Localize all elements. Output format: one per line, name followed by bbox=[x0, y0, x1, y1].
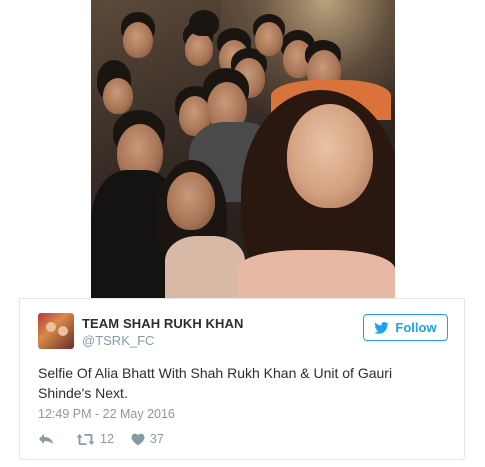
twitter-bird-icon bbox=[374, 321, 390, 334]
tweet-text: Selfie Of Alia Bhatt With Shah Rukh Khan… bbox=[38, 363, 438, 403]
like-button[interactable]: 37 bbox=[131, 432, 164, 446]
photo-person bbox=[255, 22, 283, 56]
user-handle[interactable]: @TSRK_FC bbox=[82, 333, 154, 348]
retweet-button[interactable]: 12 bbox=[76, 432, 114, 446]
retweet-icon bbox=[76, 433, 95, 446]
tweet-actions: 12 37 bbox=[38, 430, 164, 448]
tweet-timestamp[interactable]: 12:49 PM - 22 May 2016 bbox=[38, 407, 175, 421]
tweet-card: TEAM SHAH RUKH KHAN @TSRK_FC Follow Self… bbox=[19, 298, 465, 460]
reply-icon bbox=[38, 433, 54, 445]
avatar[interactable] bbox=[38, 313, 74, 349]
photo-shirt bbox=[165, 236, 245, 298]
reply-button[interactable] bbox=[38, 433, 54, 445]
photo-person bbox=[167, 172, 215, 230]
photo-person bbox=[123, 22, 153, 58]
tweet-text-line: Shinde's Next. bbox=[38, 385, 128, 401]
photo-shirt bbox=[237, 250, 395, 298]
photo-person bbox=[185, 32, 213, 66]
embedded-tweet: TEAM SHAH RUKH KHAN @TSRK_FC Follow Self… bbox=[0, 0, 485, 467]
tweet-photo[interactable] bbox=[91, 0, 395, 298]
tweet-text-line: Selfie Of Alia Bhatt With Shah Rukh Khan… bbox=[38, 365, 393, 381]
photo-person bbox=[287, 104, 373, 208]
retweet-count: 12 bbox=[100, 432, 114, 446]
photo-person bbox=[103, 78, 133, 114]
photo-person bbox=[189, 10, 219, 36]
follow-button[interactable]: Follow bbox=[363, 314, 448, 341]
follow-label: Follow bbox=[395, 320, 437, 335]
heart-icon bbox=[131, 433, 145, 446]
display-name[interactable]: TEAM SHAH RUKH KHAN bbox=[82, 316, 244, 331]
like-count: 37 bbox=[149, 432, 164, 446]
